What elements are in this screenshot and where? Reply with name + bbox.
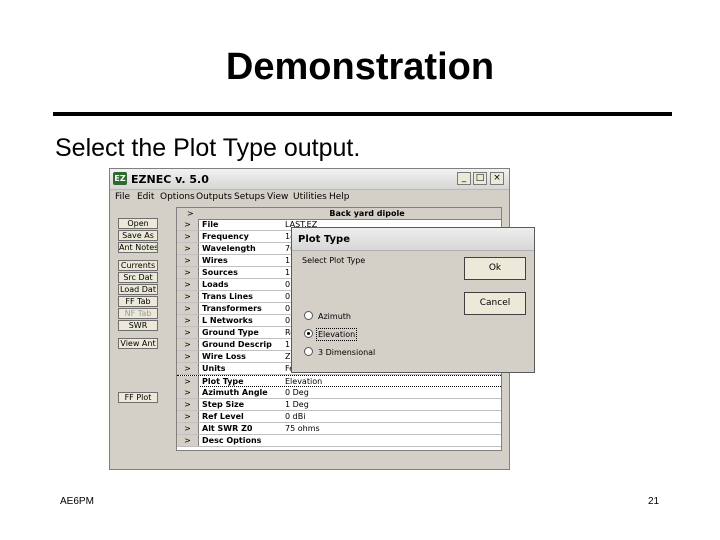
row-label: Ref Level — [202, 412, 244, 421]
footer-callsign: AE6PM — [60, 496, 94, 507]
row-label: Transformers — [202, 304, 262, 313]
row-arrow-button[interactable]: > — [177, 315, 199, 326]
minimize-button[interactable]: _ — [457, 172, 471, 185]
row-label: Wavelength — [202, 244, 256, 253]
row-label: L Networks — [202, 316, 253, 325]
row-label: Desc Options — [202, 436, 262, 445]
radio-button-selected-icon[interactable] — [304, 329, 313, 338]
eznec-app-icon: EZ — [113, 172, 127, 185]
currents-button[interactable]: Currents — [118, 260, 158, 271]
close-button[interactable]: × — [490, 172, 504, 185]
grid-row-step-size[interactable]: > Step Size 1 Deg — [177, 399, 501, 411]
row-label: Ground Descrip — [202, 340, 272, 349]
row-arrow-button[interactable]: > — [177, 351, 199, 362]
antenna-title: Back yard dipole — [329, 209, 405, 218]
menu-bar: File Edit Options Outputs Setups View Ut… — [110, 190, 509, 204]
plot-type-dialog: Plot Type Select Plot Type Ok Cancel Azi… — [291, 227, 535, 373]
row-arrow-button[interactable]: > — [177, 243, 199, 254]
row-arrow-button[interactable]: > — [177, 219, 199, 230]
view-ant-button[interactable]: View Ant — [118, 338, 158, 349]
grid-row-azimuth-angle[interactable]: > Azimuth Angle 0 Deg — [177, 387, 501, 399]
row-label: Azimuth Angle — [202, 388, 268, 397]
row-arrow-button[interactable]: > — [177, 363, 199, 374]
row-label: Trans Lines — [202, 292, 253, 301]
maximize-button[interactable]: □ — [473, 172, 487, 185]
row-label: Sources — [202, 268, 238, 277]
row-arrow-button[interactable]: > — [177, 423, 199, 434]
open-button[interactable]: Open — [118, 218, 158, 229]
swr-button[interactable]: SWR — [118, 320, 158, 331]
dialog-prompt: Select Plot Type — [302, 256, 366, 265]
row-arrow-button[interactable]: > — [177, 387, 199, 398]
nf-tab-button: NF Tab — [118, 308, 158, 319]
row-arrow-button[interactable]: > — [177, 303, 199, 314]
menu-outputs[interactable]: Outputs — [196, 190, 232, 204]
row-label: Loads — [202, 280, 229, 289]
grid-row-plot-type[interactable]: > Plot Type Elevation — [177, 375, 501, 387]
radio-3-dimensional[interactable]: 3 Dimensional — [304, 347, 375, 359]
row-label: Frequency — [202, 232, 249, 241]
row-value: 75 ohms — [285, 424, 320, 433]
slide-title: Demonstration — [225, 46, 495, 88]
row-arrow-button[interactable]: > — [177, 376, 199, 387]
radio-label: Azimuth — [318, 312, 351, 321]
radio-azimuth[interactable]: Azimuth — [304, 311, 351, 323]
title-divider — [53, 112, 672, 116]
row-arrow-button[interactable]: > — [177, 279, 199, 290]
radio-button-icon[interactable] — [304, 347, 313, 356]
menu-file[interactable]: File — [115, 190, 130, 204]
radio-label: Elevation — [315, 328, 358, 341]
grid-row-ref-level[interactable]: > Ref Level 0 dBi — [177, 411, 501, 423]
dialog-title: Plot Type — [298, 234, 350, 245]
menu-edit[interactable]: Edit — [137, 190, 154, 204]
row-label: Units — [202, 364, 226, 373]
ff-tab-button[interactable]: FF Tab — [118, 296, 158, 307]
window-title: EZNEC v. 5.0 — [131, 173, 209, 186]
window-titlebar[interactable]: EZ EZNEC v. 5.0 _ □ × — [110, 169, 509, 190]
row-arrow-button[interactable]: > — [177, 267, 199, 278]
ff-plot-button[interactable]: FF Plot — [118, 392, 158, 403]
row-label: File — [202, 220, 219, 229]
ant-notes-button[interactable]: Ant Notes — [118, 242, 158, 253]
radio-label: 3 Dimensional — [318, 348, 376, 357]
src-dat-button[interactable]: Src Dat — [118, 272, 158, 283]
radio-elevation[interactable]: Elevation — [304, 328, 358, 341]
menu-view[interactable]: View — [267, 190, 288, 204]
row-arrow-button[interactable]: > — [177, 255, 199, 266]
grid-row-desc-options[interactable]: > Desc Options — [177, 435, 501, 447]
slide-subtitle: Select the Plot Type output. — [55, 134, 361, 162]
row-arrow-button[interactable]: > — [177, 291, 199, 302]
row-arrow-button[interactable]: > — [177, 399, 199, 410]
page-number: 21 — [648, 496, 660, 507]
row-arrow-button[interactable]: > — [177, 327, 199, 338]
row-label: Wire Loss — [202, 352, 246, 361]
row-label: Alt SWR Z0 — [202, 424, 253, 433]
dialog-titlebar[interactable]: Plot Type — [292, 228, 534, 251]
row-arrow-button[interactable]: > — [177, 411, 199, 422]
row-label: Step Size — [202, 400, 245, 409]
grid-row-alt-swr-z0[interactable]: > Alt SWR Z0 75 ohms — [177, 423, 501, 435]
menu-setups[interactable]: Setups — [234, 190, 265, 204]
menu-utilities[interactable]: Utilities — [293, 190, 327, 204]
row-arrow-button[interactable]: > — [177, 435, 199, 446]
menu-options[interactable]: Options — [160, 190, 195, 204]
row-value: 0 Deg — [285, 388, 309, 397]
radio-button-icon[interactable] — [304, 311, 313, 320]
row-value: Elevation — [285, 377, 323, 386]
row-value: 0 dBi — [285, 412, 306, 421]
row-arrow-button[interactable]: > — [177, 231, 199, 242]
menu-help[interactable]: Help — [329, 190, 350, 204]
save-as-button[interactable]: Save As — [118, 230, 158, 241]
row-value: 1 Deg — [285, 400, 309, 409]
ok-button[interactable]: Ok — [464, 257, 526, 280]
row-label: Wires — [202, 256, 228, 265]
row-arrow-button[interactable]: > — [177, 339, 199, 350]
header-arrow-icon[interactable]: > — [187, 208, 194, 219]
row-label: Ground Type — [202, 328, 259, 337]
row-label: Plot Type — [202, 377, 244, 386]
cancel-button[interactable]: Cancel — [464, 292, 526, 315]
load-dat-button[interactable]: Load Dat — [118, 284, 158, 295]
